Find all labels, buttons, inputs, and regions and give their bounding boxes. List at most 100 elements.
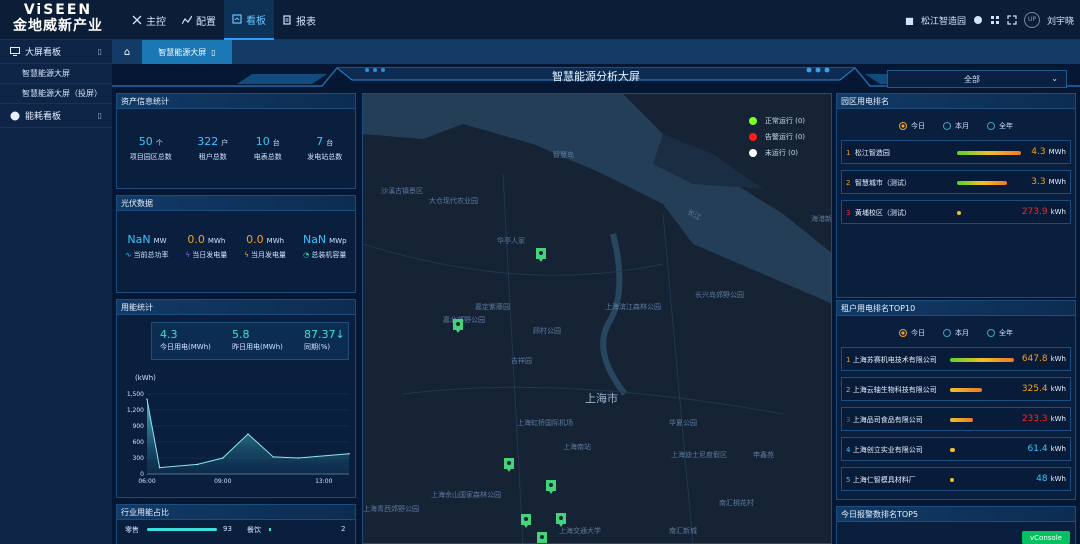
legend-item[interactable]: 告警运行 (0) <box>748 130 805 144</box>
tenant-rank-row[interactable]: 3 上海品司食品有限公司 233.3 kWh <box>841 407 1071 431</box>
radio-month[interactable]: 本月 <box>943 121 969 131</box>
home-icon[interactable]: ⌂ <box>116 40 138 64</box>
chevron-up-icon: ▯ <box>97 47 102 56</box>
pv-stat: NaN MWp ◔ 总装机容量 <box>302 233 347 259</box>
grid-icon[interactable] <box>990 15 1000 25</box>
lightning-icon: ϟ <box>185 251 191 259</box>
map-pin-icon[interactable] <box>535 247 547 263</box>
power-icon: ∿ <box>125 251 132 259</box>
map-pin-icon[interactable] <box>545 479 557 495</box>
energy-stats: 4.3 今日用电(MWh) 5.8 昨日用电(MWh) 87.37↓ 同期(%) <box>151 322 349 360</box>
park-rank-row[interactable]: 2 智慧城市（测试） 3.3 MWh <box>841 170 1071 194</box>
radio-year[interactable]: 全年 <box>987 121 1013 131</box>
dashboard-icon <box>232 14 242 24</box>
legend-item[interactable]: 正常运行 (0) <box>748 114 805 128</box>
sidebar-group-label: 能耗看板 <box>25 112 62 122</box>
map-pin-icon[interactable] <box>503 457 515 473</box>
data-point <box>158 466 161 469</box>
panel-title: 行业用能占比 <box>117 505 355 520</box>
energy-stat: 5.8 昨日用电(MWh) <box>232 328 283 351</box>
legend-item[interactable]: 未运行 (0) <box>748 146 805 160</box>
y-tick-label: 1,200 <box>127 407 144 414</box>
map-pin-icon[interactable] <box>536 531 548 544</box>
tenant-rank-row[interactable]: 1 上海苏赛机电技术有限公司 647.8 kWh <box>841 347 1071 371</box>
rank-bar <box>957 151 1021 155</box>
panel-title: 资产信息统计 <box>117 94 355 109</box>
chart-icon <box>182 15 192 25</box>
map-label: 海港新城 <box>811 215 832 223</box>
energy-stat: 87.37↓ 同期(%) <box>304 328 345 351</box>
nav-control[interactable]: 主控 <box>124 0 174 40</box>
map-label: 上海滨江森林公园 <box>605 303 661 311</box>
sidebar-group-label: 大屏看板 <box>25 48 62 58</box>
tenant-rank-row[interactable]: 4 上海创立实业有限公司 61.4 kWh <box>841 437 1071 461</box>
radio-year[interactable]: 全年 <box>987 328 1013 338</box>
tools-icon <box>132 15 142 25</box>
data-point <box>146 398 148 401</box>
map-label: 长兴岛郊野公园 <box>695 291 744 299</box>
park-select[interactable]: 全部 ⌄ <box>887 70 1067 88</box>
shanghai-map[interactable]: 智慧岛 沙溪古镇景区 大仓现代农业园 华亭人家 嘉定紫藤园 嘉北郊野公园 顾村公… <box>362 93 832 544</box>
fullscreen-icon[interactable] <box>1007 15 1017 25</box>
nav-report[interactable]: 报表 <box>274 0 324 40</box>
map-pin-icon[interactable] <box>555 512 567 528</box>
panel-title: 园区用电排名 <box>837 94 1075 109</box>
close-icon[interactable]: ▯ <box>211 48 215 57</box>
rank-bar <box>950 478 954 482</box>
screen-icon <box>10 47 20 56</box>
nav-label: 配置 <box>196 16 216 28</box>
logo[interactable]: ViSEEN 金地威新产业 <box>4 3 112 37</box>
asset-stat: 322 户租户总数 <box>197 135 229 161</box>
palette-icon[interactable] <box>973 15 983 25</box>
logo-text: ViSEEN <box>23 2 93 18</box>
map-label: 沙溪古镇景区 <box>381 187 423 195</box>
logo-subtext: 金地威新产业 <box>13 18 103 34</box>
map-legend: 正常运行 (0) 告警运行 (0) 未运行 (0) <box>748 114 805 162</box>
data-point <box>196 463 199 466</box>
energy-panel: 用能统计 4.3 今日用电(MWh) 5.8 昨日用电(MWh) 87.37↓ 同期(… <box>116 299 356 498</box>
radio-today[interactable]: 今日 <box>899 121 925 131</box>
tab-energy-screen[interactable]: 智慧能源大屏 ▯ <box>142 40 232 64</box>
tenant-rank-row[interactable]: 2 上海云轴生物科技有限公司 325.4 kWh <box>841 377 1071 401</box>
tenant-rank-row[interactable]: 5 上海仁智模具材料厂 48 kWh <box>841 467 1071 491</box>
nav-dashboard[interactable]: 看板 <box>224 0 274 40</box>
tab-label: 智慧能源大屏 <box>158 47 207 57</box>
sidebar-group-energy[interactable]: 能耗看板 ▯ <box>0 104 112 128</box>
map-label: 南汇桃花村 <box>719 499 754 507</box>
map-pin-icon[interactable] <box>520 513 532 529</box>
park-rank-row[interactable]: 1 松江智造园 4.3 MWh <box>841 140 1071 164</box>
industry-bar <box>147 528 217 531</box>
industry-panel: 行业用能占比 零售 93 餐饮 2 <box>116 504 356 544</box>
sidebar-item-energy-screen[interactable]: 智慧能源大屏 <box>0 64 112 84</box>
map-pin-icon[interactable] <box>452 318 464 334</box>
user-name[interactable]: 刘宇晓 <box>1047 14 1074 27</box>
pv-panel: 光伏数据 NaN MW ∿ 当前总功率 0.0 MWh ϟ 当日发电量 0.0 MWh ϟ … <box>116 195 356 293</box>
header-right: 松江智造园 UP 刘宇晓 <box>905 0 1074 40</box>
pv-stat: NaN MW ∿ 当前总功率 <box>125 233 169 259</box>
sidebar-item-energy-screen-cast[interactable]: 智慧能源大屏（投屏） <box>0 84 112 104</box>
panel-title: 光伏数据 <box>117 196 355 211</box>
rank-bar <box>950 388 982 392</box>
rank-bar <box>957 211 961 215</box>
y-tick-label: 300 <box>133 455 145 462</box>
asset-panel: 资产信息统计 50 个项目园区总数 322 户租户总数 10 台电表总数 7 台发电站总… <box>116 93 356 189</box>
map-label: 吉祥园 <box>511 357 532 365</box>
energy-stat: 4.3 今日用电(MWh) <box>160 328 211 351</box>
vconsole-button[interactable]: vConsole <box>1022 531 1070 544</box>
map-label: 顾村公园 <box>533 327 561 335</box>
radio-month[interactable]: 本月 <box>943 328 969 338</box>
map-label: 南汇新城 <box>669 527 697 535</box>
asset-stat: 10 台电表总数 <box>253 135 282 161</box>
tab-bar: ⌂ 智慧能源大屏 ▯ <box>112 40 1080 64</box>
avatar[interactable]: UP <box>1023 12 1040 28</box>
industry-row: 零售 93 餐饮 2 <box>125 525 346 534</box>
nav-config[interactable]: 配置 <box>174 0 224 40</box>
sidebar-group-screen[interactable]: 大屏看板 ▯ <box>0 40 112 64</box>
radio-today[interactable]: 今日 <box>899 328 925 338</box>
area-fill <box>147 399 349 474</box>
park-rank-row[interactable]: 3 黄埔校区（测试） 273.9 kWh <box>841 200 1071 224</box>
map-city-label: 上海市 <box>585 392 618 405</box>
map-label: 嘉北郊野公园 <box>443 316 485 324</box>
project-selector[interactable]: 松江智造园 <box>921 14 966 27</box>
asset-stat: 50 个项目园区总数 <box>129 135 172 161</box>
